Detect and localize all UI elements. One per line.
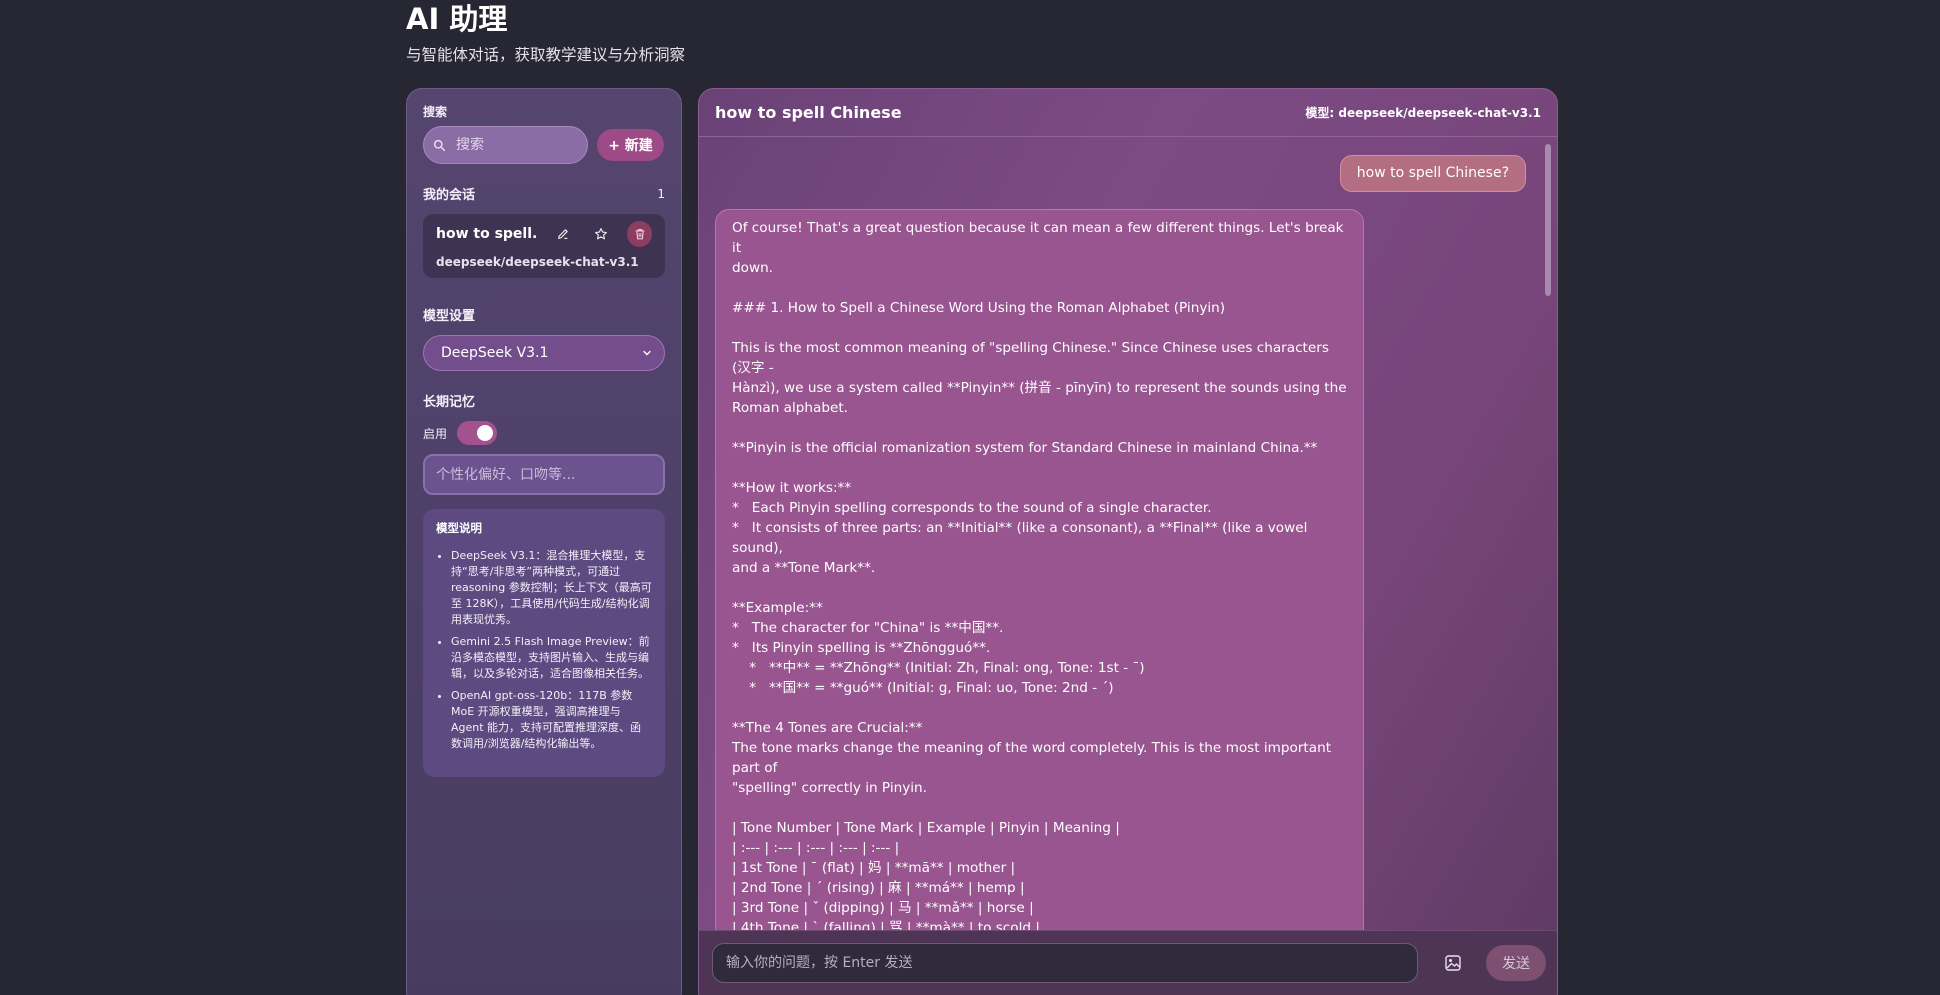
page-subtitle: 与智能体对话，获取教学建议与分析洞察: [406, 46, 686, 64]
message-input[interactable]: [712, 943, 1418, 983]
assistant-message-line: ### 1. How to Spell a Chinese Word Using…: [732, 300, 1226, 316]
assistant-message-line: [732, 798, 1347, 818]
sessions-count: 1: [657, 186, 665, 201]
delete-session-button[interactable]: [627, 221, 653, 247]
sessions-label: 我的会话: [423, 188, 476, 203]
favorite-session-button[interactable]: [589, 221, 614, 247]
model-settings-label: 模型设置: [423, 309, 476, 324]
assistant-message-line: [732, 318, 1347, 338]
assistant-message-line: Of course! That's a great question becau…: [732, 220, 1348, 256]
assistant-message-line: **The 4 Tones are Crucial:**: [732, 720, 923, 736]
memory-preferences-input[interactable]: [423, 454, 665, 495]
assistant-message-line: Roman alphabet.: [732, 400, 848, 416]
chat-scrollbar-thumb[interactable]: [1545, 144, 1551, 296]
assistant-message-line: "spelling" correctly in Pinyin.: [732, 780, 927, 796]
session-title[interactable]: how to spell...: [436, 226, 538, 242]
assistant-message-line: **Example:**: [732, 600, 823, 616]
assistant-message-line: and a **Tone Mark**.: [732, 560, 876, 576]
model-description-item: DeepSeek V3.1：混合推理大模型，支持“思考/非思考”两种模式，可通过…: [451, 548, 652, 628]
assistant-message-line: | Tone Number | Tone Mark | Example | Pi…: [732, 820, 1120, 836]
assistant-message-line: **How it works:**: [732, 480, 852, 496]
send-button[interactable]: 发送: [1486, 945, 1546, 981]
assistant-message-line: | 1st Tone | ¯ (flat) | 妈 | **mā** | mot…: [732, 860, 1016, 876]
chat-header: how to spell Chinese 模型: deepseek/deepse…: [699, 89, 1557, 137]
memory-toggle-row: 启用: [423, 421, 665, 445]
model-description-list: DeepSeek V3.1：混合推理大模型，支持“思考/非思考”两种模式，可通过…: [436, 548, 652, 752]
model-description-item: Gemini 2.5 Flash Image Preview：前沿多模态模型，支…: [451, 634, 652, 682]
assistant-message-line: [732, 578, 1347, 598]
assistant-message-line: **Pinyin is the official romanization sy…: [732, 440, 1318, 456]
model-select[interactable]: DeepSeek V3.1: [423, 335, 665, 371]
attach-image-button[interactable]: [1441, 951, 1465, 975]
model-select-value: DeepSeek V3.1: [441, 345, 549, 361]
assistant-message-line: [732, 698, 1347, 718]
search-box[interactable]: [423, 126, 588, 164]
search-input[interactable]: [456, 137, 576, 153]
trash-icon: [635, 229, 645, 240]
chat-scrollbar[interactable]: [1545, 141, 1551, 921]
new-chat-button[interactable]: + 新建: [597, 129, 664, 161]
assistant-message-line: The tone marks change the meaning of the…: [732, 740, 1336, 776]
assistant-message-line: [732, 458, 1347, 478]
assistant-message-line: [732, 418, 1347, 438]
star-icon: [595, 228, 608, 240]
memory-toggle[interactable]: [457, 421, 498, 445]
assistant-message-line: [732, 278, 1347, 298]
memory-toggle-label: 启用: [423, 426, 448, 441]
composer: 发送: [699, 930, 1557, 995]
assistant-message-line: Hànzì), we use a system called **Pinyin*…: [732, 380, 1347, 396]
model-description-title: 模型说明: [436, 521, 482, 535]
chevron-down-icon: [643, 350, 651, 356]
chat-title: how to spell Chinese: [715, 103, 902, 122]
page-header: AI 助理 与智能体对话，获取教学建议与分析洞察: [406, 0, 685, 65]
model-description-item: OpenAI gpt-oss-120b：117B 参数 MoE 开源权重模型，强…: [451, 688, 652, 752]
assistant-message-line: * Its Pinyin spelling is **Zhōngguó**.: [732, 640, 991, 656]
session-item[interactable]: how to spell... deepseek/deepseek-chat-v…: [423, 214, 665, 278]
session-model: deepseek/deepseek-chat-v3.1: [436, 255, 639, 269]
assistant-message-line: | 2nd Tone | ´ (rising) | 麻 | **má** | h…: [732, 880, 1025, 896]
session-item-top: how to spell...: [436, 221, 653, 247]
assistant-message-line: | :--- | :--- | :--- | :--- | :--- |: [732, 840, 900, 856]
search-icon: [433, 139, 446, 151]
chat-panel: how to spell Chinese 模型: deepseek/deepse…: [698, 88, 1558, 995]
image-icon: [1445, 955, 1461, 971]
assistant-message-line: * **中** = **Zhōng** (Initial: Zh, Final:…: [732, 660, 1145, 676]
assistant-message-line: * The character for "China" is **中国**.: [732, 620, 1004, 636]
memory-label: 长期记忆: [423, 395, 476, 410]
assistant-message-line: * **国** = **guó** (Initial: g, Final: uo…: [732, 680, 1114, 696]
assistant-message-line: This is the most common meaning of "spel…: [732, 340, 1334, 376]
assistant-message-line: * It consists of three parts: an **Initi…: [732, 520, 1312, 556]
chat-model-label: 模型: deepseek/deepseek-chat-v3.1: [1305, 106, 1541, 120]
assistant-message-line: | 3rd Tone | ˇ (dipping) | 马 | **mǎ** | …: [732, 900, 1034, 916]
sidebar: 搜索 + 新建 我的会话 1 how to spell...: [406, 88, 682, 995]
assistant-message: Of course! That's a great question becau…: [715, 209, 1364, 969]
assistant-message-line: down.: [732, 260, 774, 276]
model-description-panel: 模型说明 DeepSeek V3.1：混合推理大模型，支持“思考/非思考”两种模…: [423, 509, 665, 777]
rename-session-button[interactable]: [551, 221, 576, 247]
search-row: + 新建: [423, 126, 665, 164]
assistant-message-line: * Each Pinyin spelling corresponds to th…: [732, 500, 1212, 516]
user-message: how to spell Chinese?: [1339, 155, 1526, 192]
search-label: 搜索: [423, 105, 448, 119]
page-title: AI 助理: [406, 2, 508, 36]
sessions-header: 我的会话 1: [423, 184, 665, 204]
pencil-icon: [558, 229, 569, 239]
